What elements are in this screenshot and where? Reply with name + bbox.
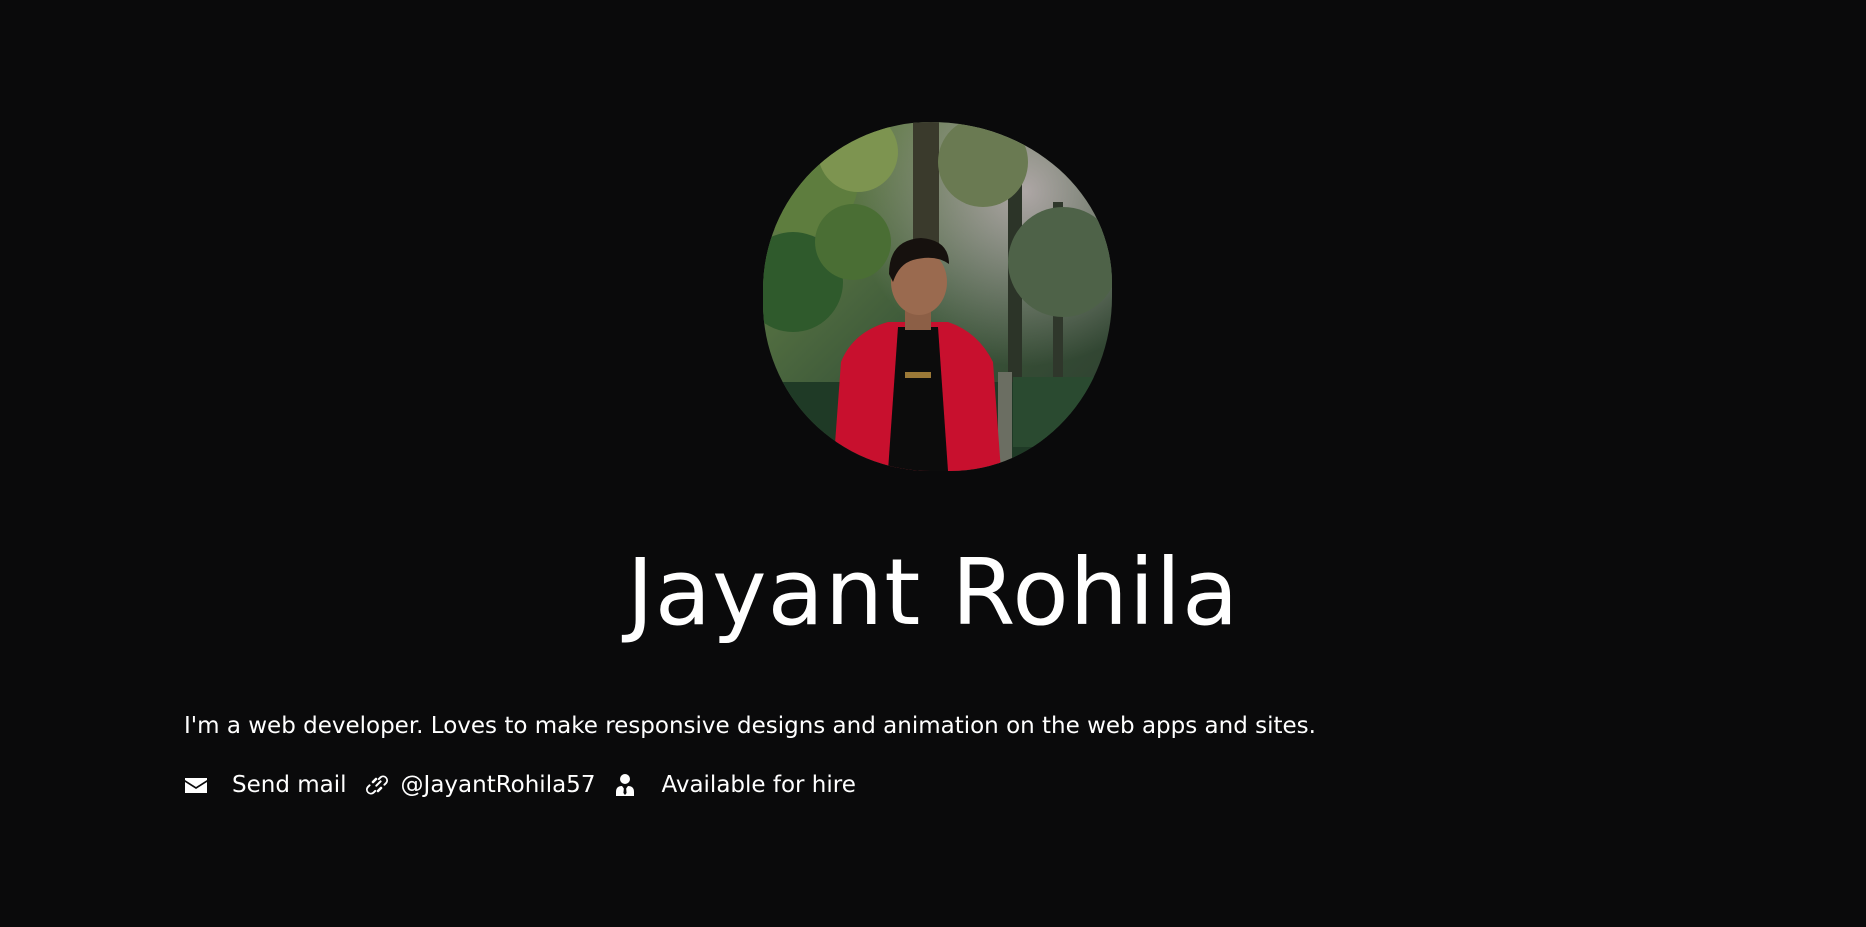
twitter-handle-link[interactable]: @JayantRohila57 <box>365 771 596 799</box>
link-icon <box>365 773 389 797</box>
hire-label: Available for hire <box>661 772 856 798</box>
envelope-icon <box>184 773 208 797</box>
send-mail-label: Send mail <box>232 772 347 798</box>
profile-photo <box>763 122 1112 471</box>
contact-links: Send mail @JayantRohila57 Available for … <box>184 771 856 799</box>
bio-text: I'm a web developer. Loves to make respo… <box>184 713 1316 739</box>
send-mail-link[interactable]: Send mail <box>184 771 347 799</box>
user-tie-icon <box>613 773 637 797</box>
hire-link[interactable]: Available for hire <box>613 771 856 799</box>
profile-page: Jayant Rohila I'm a web developer. Loves… <box>0 0 1866 927</box>
twitter-handle-label: @JayantRohila57 <box>400 772 596 798</box>
page-title: Jayant Rohila <box>626 539 1240 646</box>
profile-avatar <box>763 122 1112 471</box>
